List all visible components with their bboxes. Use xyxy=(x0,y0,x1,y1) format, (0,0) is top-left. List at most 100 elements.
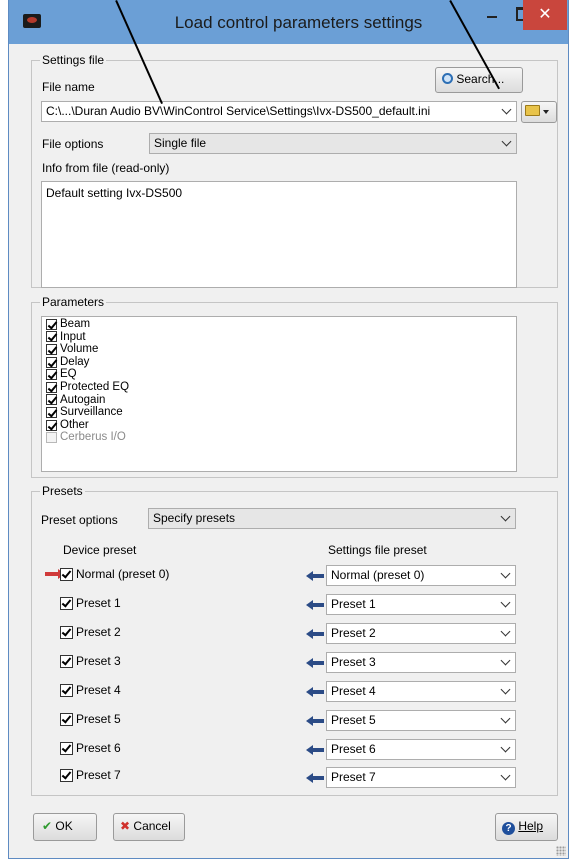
checkbox[interactable] xyxy=(60,768,73,782)
checkbox[interactable] xyxy=(60,654,73,668)
checkbox[interactable] xyxy=(46,343,57,355)
chevron-down-icon[interactable] xyxy=(501,136,512,147)
settings-file-preset-combo[interactable]: Preset 5 xyxy=(326,710,516,731)
checkbox[interactable] xyxy=(46,369,57,381)
browse-folder-button[interactable] xyxy=(521,101,557,123)
arrow-left-icon xyxy=(306,571,324,581)
parameter-label: Input xyxy=(60,330,86,343)
device-preset-row[interactable]: Preset 5 xyxy=(60,710,121,728)
checkbox[interactable] xyxy=(46,318,57,330)
search-button[interactable]: Search... xyxy=(435,67,523,93)
list-item[interactable]: Input xyxy=(46,331,512,344)
device-preset-label: Preset 7 xyxy=(76,768,121,782)
info-text: Default setting Ivx-DS500 xyxy=(46,186,183,200)
list-item[interactable]: Surveillance xyxy=(46,406,512,419)
settings-file-preset-combo[interactable]: Preset 2 xyxy=(326,623,516,644)
parameter-label: Delay xyxy=(60,355,90,368)
settings-file-preset-combo[interactable]: Preset 1 xyxy=(326,594,516,615)
device-preset-row[interactable]: Preset 3 xyxy=(60,652,121,670)
info-textarea[interactable]: Default setting Ivx-DS500 xyxy=(41,181,517,288)
device-preset-row[interactable]: Preset 2 xyxy=(60,623,121,641)
settings-file-preset-value: Preset 7 xyxy=(331,770,376,784)
minimize-button[interactable] xyxy=(477,0,507,30)
chevron-down-icon[interactable] xyxy=(500,511,511,522)
preset-options-combo[interactable]: Specify presets xyxy=(148,508,516,529)
ok-button[interactable]: ✔ OK xyxy=(33,813,97,841)
folder-icon xyxy=(525,105,540,116)
chevron-down-icon[interactable] xyxy=(500,626,511,637)
checkbox[interactable] xyxy=(46,381,57,393)
checkbox[interactable] xyxy=(46,331,57,343)
checkbox[interactable] xyxy=(46,406,57,418)
list-item[interactable]: Delay xyxy=(46,356,512,369)
chevron-down-icon[interactable] xyxy=(500,713,511,724)
arrow-left-icon xyxy=(306,745,324,755)
file-options-label: File options xyxy=(42,137,104,151)
chevron-down-icon[interactable] xyxy=(500,742,511,753)
chevron-down-icon[interactable] xyxy=(500,597,511,608)
device-preset-label: Preset 1 xyxy=(76,596,121,610)
device-preset-label: Preset 2 xyxy=(76,625,121,639)
resize-grip[interactable] xyxy=(556,846,566,856)
list-item[interactable]: Autogain xyxy=(46,394,512,407)
checkbox[interactable] xyxy=(46,419,57,431)
settings-file-preset-value: Preset 2 xyxy=(331,626,376,640)
arrow-left-icon xyxy=(306,716,324,726)
chevron-down-icon[interactable] xyxy=(500,770,511,781)
checkbox xyxy=(46,432,57,444)
device-preset-row[interactable]: Preset 4 xyxy=(60,681,121,699)
settings-file-preset-combo[interactable]: Preset 4 xyxy=(326,681,516,702)
checkbox[interactable] xyxy=(46,356,57,368)
help-button[interactable]: ? Help xyxy=(495,813,558,841)
cancel-button[interactable]: ✖ Cancel xyxy=(113,813,185,841)
settings-file-preset-value: Preset 3 xyxy=(331,655,376,669)
parameter-label: Beam xyxy=(60,318,91,330)
chevron-down-icon[interactable] xyxy=(500,684,511,695)
device-preset-row[interactable]: Preset 1 xyxy=(60,594,121,612)
list-item[interactable]: Other xyxy=(46,419,512,432)
arrow-left-icon xyxy=(306,658,324,668)
arrow-left-icon xyxy=(306,773,324,783)
device-preset-row[interactable]: Preset 7 xyxy=(60,766,121,784)
checkbox[interactable] xyxy=(60,712,73,726)
device-preset-label: Normal (preset 0) xyxy=(76,567,170,581)
list-item[interactable]: Volume xyxy=(46,343,512,356)
device-preset-label: Preset 6 xyxy=(76,741,121,755)
checkbox[interactable] xyxy=(60,625,73,639)
list-item[interactable]: Beam xyxy=(46,318,512,331)
device-preset-label: Preset 4 xyxy=(76,683,121,697)
checkbox[interactable] xyxy=(60,683,73,697)
cancel-icon: ✖ xyxy=(120,819,131,833)
checkbox[interactable] xyxy=(60,741,73,755)
device-preset-label: Preset 3 xyxy=(76,654,121,668)
title-bar[interactable]: Load control parameters settings ✕ xyxy=(9,0,568,44)
list-item[interactable]: EQ xyxy=(46,368,512,381)
close-button[interactable]: ✕ xyxy=(523,0,567,30)
file-options-value: Single file xyxy=(154,136,207,150)
file-path-combo[interactable]: C:\...\Duran Audio BV\WinControl Service… xyxy=(41,101,517,122)
checkbox[interactable] xyxy=(60,596,73,610)
parameters-listbox[interactable]: Beam Input Volume Delay EQ Protected EQ … xyxy=(41,316,517,472)
file-options-combo[interactable]: Single file xyxy=(149,133,517,154)
settings-file-preset-combo[interactable]: Preset 6 xyxy=(326,739,516,760)
device-preset-row[interactable]: Preset 6 xyxy=(60,739,121,757)
device-preset-row[interactable]: Normal (preset 0) xyxy=(60,565,169,583)
chevron-down-icon xyxy=(543,110,550,114)
cancel-label: Cancel xyxy=(133,819,171,833)
chevron-down-icon[interactable] xyxy=(500,568,511,579)
chevron-down-icon[interactable] xyxy=(500,655,511,666)
settings-file-preset-value: Preset 5 xyxy=(331,713,376,727)
checkbox[interactable] xyxy=(46,394,57,406)
parameter-label: Cerberus I/O xyxy=(60,431,126,444)
settings-file-preset-combo[interactable]: Preset 3 xyxy=(326,652,516,673)
ok-label: OK xyxy=(55,819,73,833)
settings-file-preset-combo[interactable]: Preset 7 xyxy=(326,767,516,788)
settings-file-preset-combo[interactable]: Normal (preset 0) xyxy=(326,565,516,586)
parameter-label: Volume xyxy=(60,343,99,356)
parameters-group: Parameters Beam Input Volume Delay EQ Pr… xyxy=(31,295,558,478)
info-label: Info from file (read-only) xyxy=(42,161,170,175)
file-path-value: C:\...\Duran Audio BV\WinControl Service… xyxy=(46,104,431,118)
chevron-down-icon[interactable] xyxy=(501,104,512,115)
checkbox[interactable] xyxy=(60,567,73,581)
list-item[interactable]: Protected EQ xyxy=(46,381,512,394)
